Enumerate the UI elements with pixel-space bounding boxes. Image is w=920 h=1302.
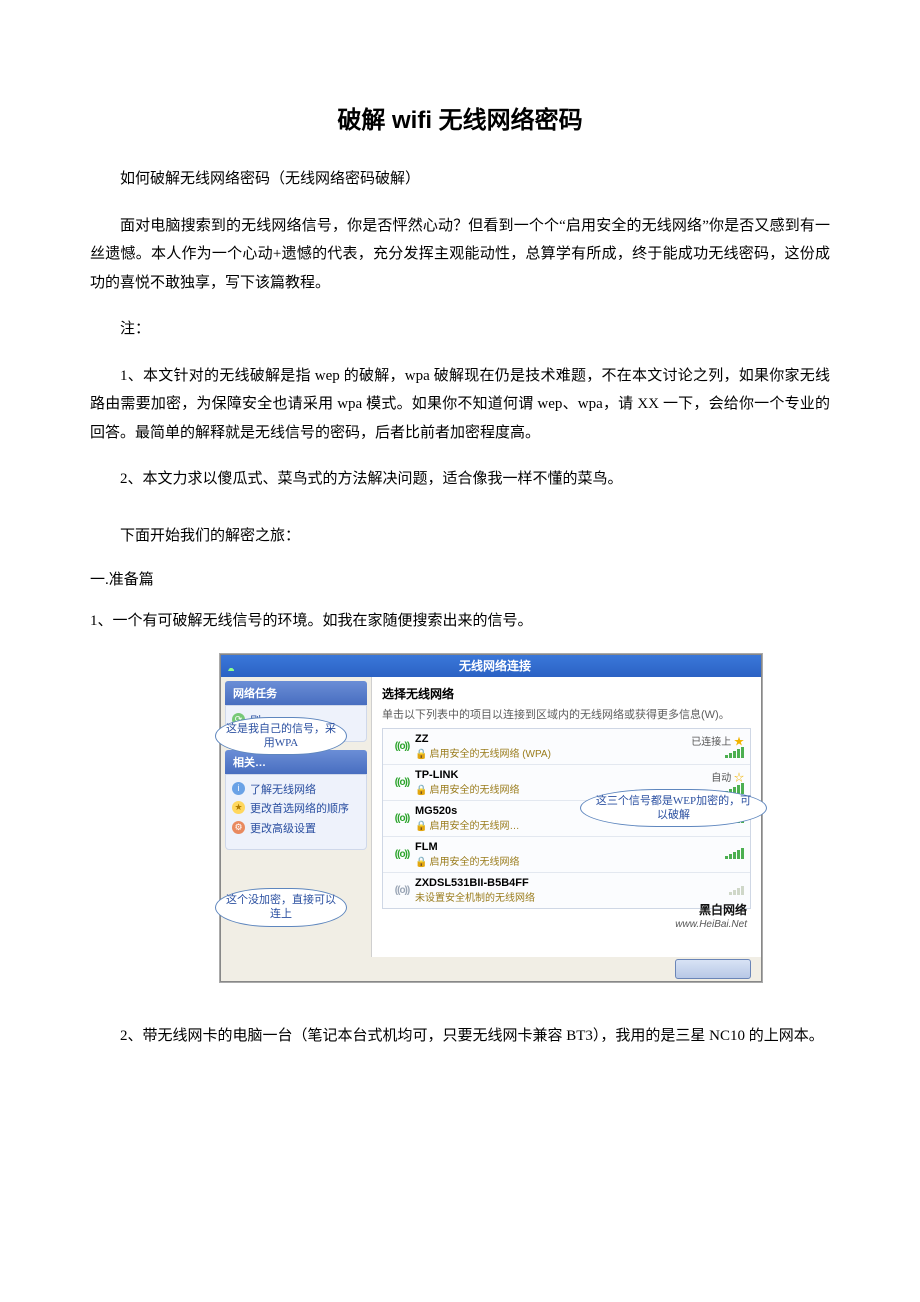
xp-side-panel: 网络任务 ⟳ 刷… 这是我自己的信号，采用WPA 相关… i 了解无线网络 [221,677,371,957]
callout-mine: 这是我自己的信号，采用WPA [215,717,347,756]
stamp-url: www.HeiBai.Net [675,919,747,930]
motivation: 面对电脑搜索到的无线网络信号，你是否怦然心动？但看到一个个“启用安全的无线网络”… [90,212,830,298]
side-advanced[interactable]: ⚙ 更改高级设置 [232,820,360,839]
wifi-security: 未设置安全机制的无线网络 [415,893,535,904]
xp-related-body: i 了解无线网络 ★ 更改首选网络的顺序 ⚙ 更改高级设置 [225,774,367,850]
intro-label: 如何破解无线网络密码（无线网络密码破解） [90,165,830,194]
lock-icon: 🔒 [415,785,427,796]
wifi-icon [227,661,241,671]
wifi-item[interactable]: ZXDSL531BII-B5B4FF 未设置安全机制的无线网络 [383,873,750,908]
signal-bars [725,849,744,859]
xp-tasks-header: 网络任务 [225,681,367,705]
wifi-security: 启用安全的无线网络 [429,785,519,796]
side-order[interactable]: ★ 更改首选网络的顺序 [232,800,360,819]
journey-line: 下面开始我们的解密之旅： [90,522,830,551]
side-order-label: 更改首选网络的顺序 [250,803,349,815]
xp-main: 选择无线网络 单击以下列表中的项目以连接到区域内的无线网络或获得更多信息(W)。… [371,677,761,957]
connected-star-icon: ★ [734,737,744,748]
xp-footer [221,957,761,981]
signal-icon [389,813,415,824]
gear-icon: ⚙ [232,821,245,834]
xp-titlebar: 无线网络连接 [221,655,761,677]
doc-title: 破解 wifi 无线网络密码 [90,100,830,135]
main-hint: 单击以下列表中的项目以连接到区域内的无线网络或获得更多信息(W)。 [382,706,751,722]
xp-connect-button[interactable] [675,959,751,979]
lock-icon: 🔒 [415,857,427,868]
wifi-ssid: ZXDSL531BII-B5B4FF [415,877,674,889]
wifi-ssid: ZZ [415,733,674,745]
lock-icon: 🔒 [415,821,427,832]
signal-icon [389,849,415,860]
lock-icon: 🔒 [415,749,427,760]
xp-title-text: 无线网络连接 [247,657,743,674]
prep-1: 1、一个有可破解无线信号的环境。如我在家随便搜索出来的信号。 [90,607,830,636]
side-learn[interactable]: i 了解无线网络 [232,781,360,800]
wifi-security: 启用安全的无线网络 (WPA) [429,749,550,760]
main-heading: 选择无线网络 [382,685,751,702]
wifi-item[interactable]: FLM 🔒启用安全的无线网络 [383,837,750,873]
xp-wireless-dialog: 无线网络连接 网络任务 ⟳ 刷… 这是我自己的信号，采用WPA 相关… [220,654,762,982]
note-head: 注： [90,315,830,344]
prep-2: 2、带无线网卡的电脑一台（笔记本台式机均可，只要无线网卡兼容 BT3），我用的是… [90,1022,830,1051]
side-advanced-label: 更改高级设置 [250,823,316,835]
wifi-status: 自动 [711,773,731,784]
signal-icon [389,741,415,752]
signal-bars [729,885,744,895]
wifi-security: 启用安全的无线网络 [429,857,519,868]
wifi-status: 已连接上 [691,737,731,748]
star-icon: ☆ [734,773,744,784]
note-1: 1、本文针对的无线破解是指 wep 的破解，wpa 破解现在仍是技术难题，不在本… [90,362,830,448]
info-icon: i [232,782,245,795]
callout-wep: 这三个信号都是WEP加密的，可以破解 [580,789,767,828]
wifi-security: 启用安全的无线网… [429,821,519,832]
wifi-item[interactable]: ZZ 🔒启用安全的无线网络 (WPA) 已连接上 ★ [383,729,750,765]
side-learn-label: 了解无线网络 [250,784,316,796]
wifi-ssid: TP-LINK [415,769,674,781]
signal-bars [725,748,744,758]
signal-icon [389,885,415,896]
wifi-ssid: FLM [415,841,674,853]
source-stamp: 黑白网络 www.HeiBai.Net [675,904,747,930]
star-icon: ★ [232,801,245,814]
section-prepare: 一.准备篇 [90,568,830,589]
note-2: 2、本文力求以傻瓜式、菜鸟式的方法解决问题，适合像我一样不懂的菜鸟。 [90,465,830,494]
signal-icon [389,777,415,788]
stamp-name: 黑白网络 [699,903,747,917]
callout-open: 这个没加密，直接可以连上 [215,888,347,927]
